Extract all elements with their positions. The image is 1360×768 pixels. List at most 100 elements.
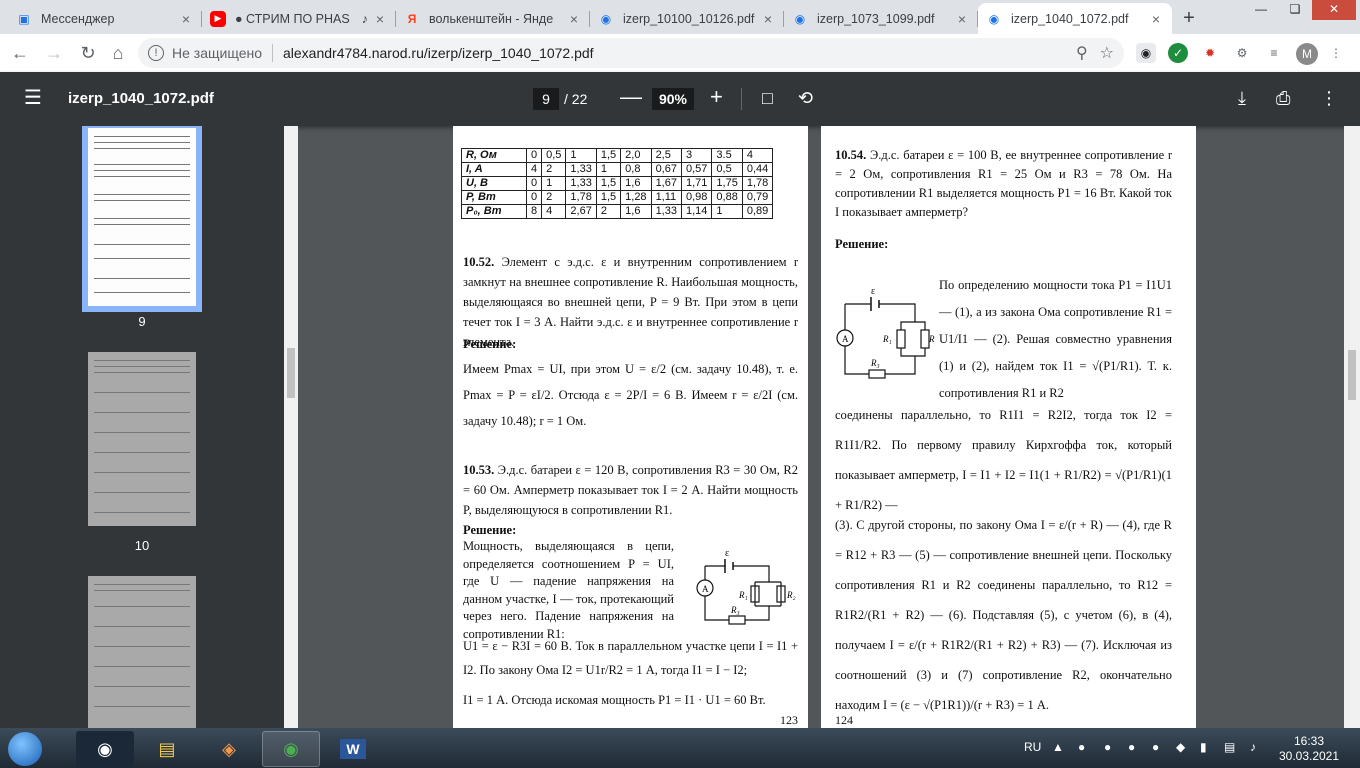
table-cell: 0,57: [680, 162, 713, 177]
browser-menu-icon[interactable]: ⋮: [1326, 43, 1346, 63]
browser-toolbar: ← → ↻ ⌂ ! Не защищено alexandr4784.narod…: [0, 34, 1360, 73]
zoom-level-input[interactable]: 90%: [652, 88, 694, 110]
table-cell: 0: [525, 176, 543, 191]
show-hidden-icons[interactable]: ▲: [1052, 740, 1064, 754]
zoom-out-button[interactable]: —: [620, 84, 642, 110]
extension-bug-icon[interactable]: ✹: [1200, 43, 1220, 63]
extension-shield-icon[interactable]: ✓: [1168, 43, 1188, 63]
table-row: I, A 4 2 1,33 1 0,8 0,67 0,57 0,5 0,44: [461, 162, 774, 177]
thumbnail-scrollbar[interactable]: [284, 126, 298, 728]
nvidia-icon[interactable]: ◆: [1176, 740, 1185, 754]
more-options-icon[interactable]: ⋮: [1320, 88, 1338, 109]
problem-10-54: 10.54. Э.д.с. батареи ε = 100 В, ее внут…: [835, 146, 1172, 222]
page-number: 124: [835, 713, 853, 727]
pdf-icon: ◉: [988, 11, 1000, 26]
tab-close-icon[interactable]: ×: [178, 11, 194, 27]
tab-close-icon[interactable]: ×: [954, 11, 970, 27]
zoom-in-button[interactable]: +: [710, 84, 723, 110]
svg-text:A: A: [702, 584, 709, 594]
svg-text:R₁: R₁: [738, 590, 748, 600]
reading-list-icon[interactable]: ≡: [1264, 43, 1284, 63]
hamburger-menu-icon[interactable]: ☰: [24, 88, 42, 108]
tab-audio-icon[interactable]: ♪: [362, 12, 368, 26]
extension-owl-icon[interactable]: ◉: [1136, 43, 1156, 63]
table-cell: 2,67: [565, 204, 597, 219]
not-secure-icon[interactable]: !: [148, 45, 164, 61]
table-cell: 3: [680, 148, 713, 163]
address-bar[interactable]: ! Не защищено alexandr4784.narod.ru/izer…: [138, 38, 1124, 68]
thumbnail-page-11[interactable]: [88, 576, 196, 728]
home-button[interactable]: ⌂: [106, 41, 130, 65]
tray-app-icon[interactable]: ●: [1078, 740, 1085, 754]
thumbnail-page-10[interactable]: [88, 352, 196, 526]
start-button[interactable]: [8, 732, 42, 766]
fit-to-page-icon[interactable]: □: [762, 88, 773, 109]
word-icon[interactable]: W: [324, 731, 382, 767]
url-text[interactable]: alexandr4784.narod.ru/izerp/izerp_1040_1…: [283, 45, 594, 61]
page-number-input[interactable]: 9: [533, 88, 559, 110]
circuit-diagram-10-54: A ε R₁ R₂ R₃: [836, 286, 935, 379]
page-number: 123: [780, 713, 798, 727]
table-cell: 1: [711, 204, 743, 219]
new-tab-button[interactable]: +: [1176, 6, 1202, 32]
table-row: U, B 0 1 1,33 1,5 1,6 1,67 1,71 1,75 1,78: [461, 176, 774, 191]
tab-title: izerp_10100_10126.pdf: [623, 11, 755, 26]
zoom-lens-icon[interactable]: ⚲: [1076, 43, 1088, 63]
table-cell: 2,5: [650, 148, 682, 163]
volume-icon[interactable]: ♪: [1250, 740, 1256, 754]
tray-app-icon[interactable]: ●: [1152, 740, 1159, 754]
messenger-icon: ▣: [18, 11, 30, 26]
battery-icon[interactable]: ▮: [1200, 740, 1207, 754]
maximize-button[interactable]: ❏: [1278, 0, 1312, 20]
tab-close-icon[interactable]: ×: [760, 11, 776, 27]
language-indicator[interactable]: RU: [1024, 740, 1041, 754]
back-button[interactable]: ←: [8, 41, 32, 65]
paint-icon[interactable]: ◈: [200, 731, 258, 767]
chrome-icon[interactable]: ◉: [262, 731, 320, 767]
reload-button[interactable]: ↻: [76, 41, 100, 65]
browser-tab[interactable]: ◉ izerp_1073_1099.pdf ×: [784, 3, 978, 34]
browser-tab[interactable]: ◉ izerp_1040_1072.pdf ×: [978, 3, 1172, 34]
table-cell: 1,28: [620, 190, 652, 205]
network-icon[interactable]: ▤: [1224, 740, 1235, 754]
browser-tab[interactable]: ◉ izerp_10100_10126.pdf ×: [590, 3, 784, 34]
solution-text: Имеем Pmax = UI, при этом U = ε/2 (см. з…: [463, 362, 798, 428]
print-icon[interactable]: ⎙: [1276, 88, 1290, 109]
table-cell: 1: [595, 162, 622, 177]
table-cell: 0,89: [741, 204, 774, 219]
browser-tab[interactable]: ▶ ● СТРИМ ПО PHAS ♪ ×: [202, 3, 396, 34]
table-cell: 1,6: [620, 204, 652, 219]
extension-puzzle-icon[interactable]: ⚙: [1232, 43, 1252, 63]
row-header: P, Вт: [461, 190, 527, 205]
youtube-icon: ▶: [210, 10, 226, 27]
tab-strip: ▣ Мессенджер × ▶ ● СТРИМ ПО PHAS ♪ × Яволькеншт…: [0, 0, 1360, 34]
system-clock[interactable]: 16:33 30.03.2021: [1276, 734, 1342, 764]
tab-title: волькенштейн - Янде: [429, 11, 554, 26]
tray-app-icon[interactable]: ●: [1128, 740, 1135, 754]
table-cell: 1,5: [595, 190, 622, 205]
forward-button[interactable]: →: [42, 41, 66, 65]
close-window-button[interactable]: ✕: [1312, 0, 1356, 20]
table-cell: 1,33: [565, 162, 597, 177]
rotate-icon[interactable]: ⟲: [798, 88, 813, 109]
browser-tab[interactable]: Яволькенштейн - Янде ×: [396, 3, 590, 34]
tab-close-icon[interactable]: ×: [566, 11, 582, 27]
svg-text:A: A: [842, 334, 849, 344]
file-explorer-icon[interactable]: ▤: [138, 731, 196, 767]
tab-close-icon[interactable]: ×: [372, 11, 388, 27]
document-scrollbar[interactable]: [1344, 126, 1360, 728]
profile-avatar[interactable]: M: [1296, 43, 1318, 65]
table-row: P, Вт 0 2 1,78 1,5 1,28 1,11 0,98 0,88 0,79: [461, 190, 774, 205]
clock-time: 16:33: [1293, 734, 1325, 748]
thumbnail-page-9[interactable]: [82, 126, 202, 312]
browser-tab[interactable]: ▣ Мессенджер ×: [8, 3, 202, 34]
table-cell: 0,98: [680, 190, 713, 205]
download-icon[interactable]: ⤓: [1238, 88, 1246, 109]
table-row: P₀, Вт 8 4 2,67 2 1,6 1,33 1,14 1 0,89: [461, 204, 774, 219]
pdf-filename: izerp_1040_1072.pdf: [68, 90, 214, 107]
tab-close-icon[interactable]: ×: [1148, 11, 1164, 27]
steam-icon[interactable]: ◉: [76, 731, 134, 767]
bookmark-star-icon[interactable]: ☆: [1100, 43, 1114, 63]
minimize-button[interactable]: —: [1244, 0, 1278, 20]
tray-app-icon[interactable]: ●: [1104, 740, 1111, 754]
